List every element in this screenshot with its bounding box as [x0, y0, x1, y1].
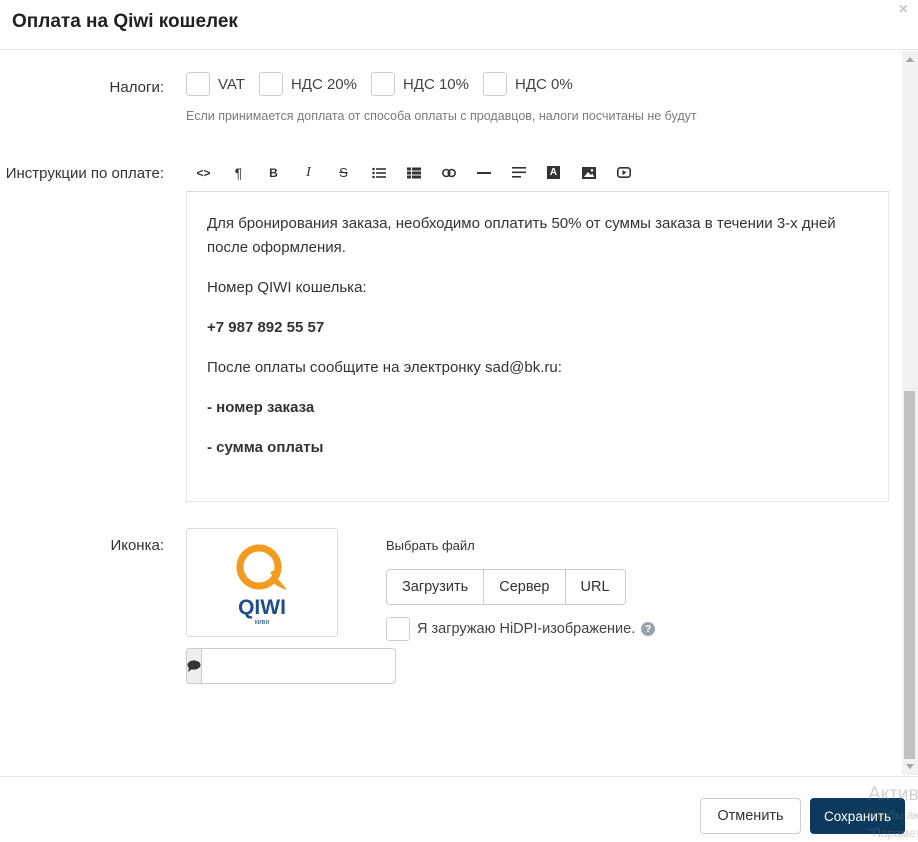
- icon-label: Иконка:: [110, 537, 164, 554]
- windows-activation-watermark-line: "Параметры".: [868, 826, 918, 840]
- taxes-label: Налоги:: [109, 79, 164, 96]
- cancel-button[interactable]: Отменить: [700, 798, 801, 834]
- tax-option-label: VAT: [218, 75, 245, 93]
- taxes-hint: Если принимается доплата от способа опла…: [186, 109, 697, 123]
- qiwi-logo-subtext: киви: [255, 619, 270, 626]
- tax-checkbox-20[interactable]: [258, 72, 283, 96]
- scroll-up-icon[interactable]: [906, 57, 914, 62]
- tax-checkbox-0[interactable]: [482, 72, 507, 96]
- dialog-footer: Отменить Сохранить: [0, 776, 918, 842]
- editor-paragraph: - сумма оплаты: [207, 439, 324, 456]
- taxes-options: VAT НДС 20% НДС 10% НДС 0%: [186, 72, 587, 96]
- qiwi-logo-icon: QIWI киви: [225, 542, 299, 628]
- paragraph-icon[interactable]: ¶: [221, 154, 256, 192]
- server-button[interactable]: Сервер: [483, 569, 566, 605]
- ordered-list-icon[interactable]: [396, 154, 431, 192]
- icon-alt-input[interactable]: [201, 648, 396, 684]
- tax-option-10[interactable]: НДС 10%: [370, 72, 469, 96]
- horizontal-rule-icon[interactable]: [466, 154, 501, 192]
- dialog-title: Оплата на Qiwi кошелек: [12, 11, 238, 32]
- upload-button[interactable]: Загрузить: [386, 569, 485, 605]
- help-icon[interactable]: ?: [641, 622, 656, 636]
- hidpi-option[interactable]: Я загружаю HiDPI-изображение. ?: [386, 617, 656, 641]
- tax-option-0[interactable]: НДС 0%: [482, 72, 573, 96]
- tax-checkbox-vat[interactable]: [186, 72, 210, 96]
- windows-activation-watermark: Активация Windows: [868, 784, 918, 805]
- tax-option-label: НДС 0%: [514, 75, 573, 93]
- instructions-label: Инструкции по оплате:: [5, 165, 164, 182]
- tax-option-vat[interactable]: VAT: [186, 72, 245, 96]
- video-icon[interactable]: [606, 154, 641, 192]
- icon-alt-group: [186, 648, 396, 684]
- font-color-icon[interactable]: A: [536, 154, 571, 192]
- image-icon[interactable]: [571, 154, 606, 192]
- bold-icon[interactable]: B: [256, 154, 291, 192]
- editor-toolbar: <> ¶ B I S A: [186, 154, 889, 192]
- comment-icon: [186, 648, 201, 684]
- hidpi-checkbox[interactable]: [386, 617, 410, 641]
- code-view-icon[interactable]: <>: [186, 154, 221, 192]
- editor-paragraph: - номер заказа: [207, 399, 315, 416]
- tax-option-label: НДС 10%: [402, 75, 469, 93]
- align-icon[interactable]: [501, 154, 536, 192]
- hidpi-label: Я загружаю HiDPI-изображение.: [417, 621, 636, 637]
- scrollbar[interactable]: [902, 51, 918, 775]
- tax-option-20[interactable]: НДС 20%: [258, 72, 357, 96]
- editor-paragraph: Номер QIWI кошелька:: [207, 279, 367, 296]
- choose-file-label: Выбрать файл: [386, 538, 475, 553]
- windows-activation-watermark-line: Чтобы активировать Windows, перейдите в …: [868, 808, 918, 822]
- italic-icon[interactable]: I: [291, 154, 326, 192]
- link-icon[interactable]: [431, 154, 466, 192]
- dialog-header: Оплата на Qiwi кошелек ×: [0, 0, 918, 50]
- scrollbar-thumb[interactable]: [904, 391, 915, 759]
- url-button[interactable]: URL: [564, 569, 626, 605]
- editor-paragraph: После оплаты сообщите на электронку sad@…: [207, 359, 562, 376]
- strikethrough-icon[interactable]: S: [326, 154, 361, 192]
- scroll-down-icon[interactable]: [906, 764, 914, 769]
- editor-paragraph: Для бронирования заказа, необходимо опла…: [207, 215, 836, 256]
- qiwi-logo-text: QIWI: [238, 596, 286, 619]
- unordered-list-icon[interactable]: [361, 154, 396, 192]
- editor-paragraph-phone: +7 987 892 55 57: [207, 319, 325, 336]
- file-source-buttons: Загрузить Сервер URL: [386, 569, 626, 605]
- dialog-body: Налоги: VAT НДС 20% НДС 10% НДС 0% Если …: [0, 51, 902, 775]
- instructions-editor[interactable]: Для бронирования заказа, необходимо опла…: [186, 192, 889, 502]
- close-icon[interactable]: ×: [899, 2, 908, 18]
- tax-option-label: НДС 20%: [290, 75, 357, 93]
- tax-checkbox-10[interactable]: [370, 72, 395, 96]
- icon-preview[interactable]: QIWI киви: [186, 528, 338, 637]
